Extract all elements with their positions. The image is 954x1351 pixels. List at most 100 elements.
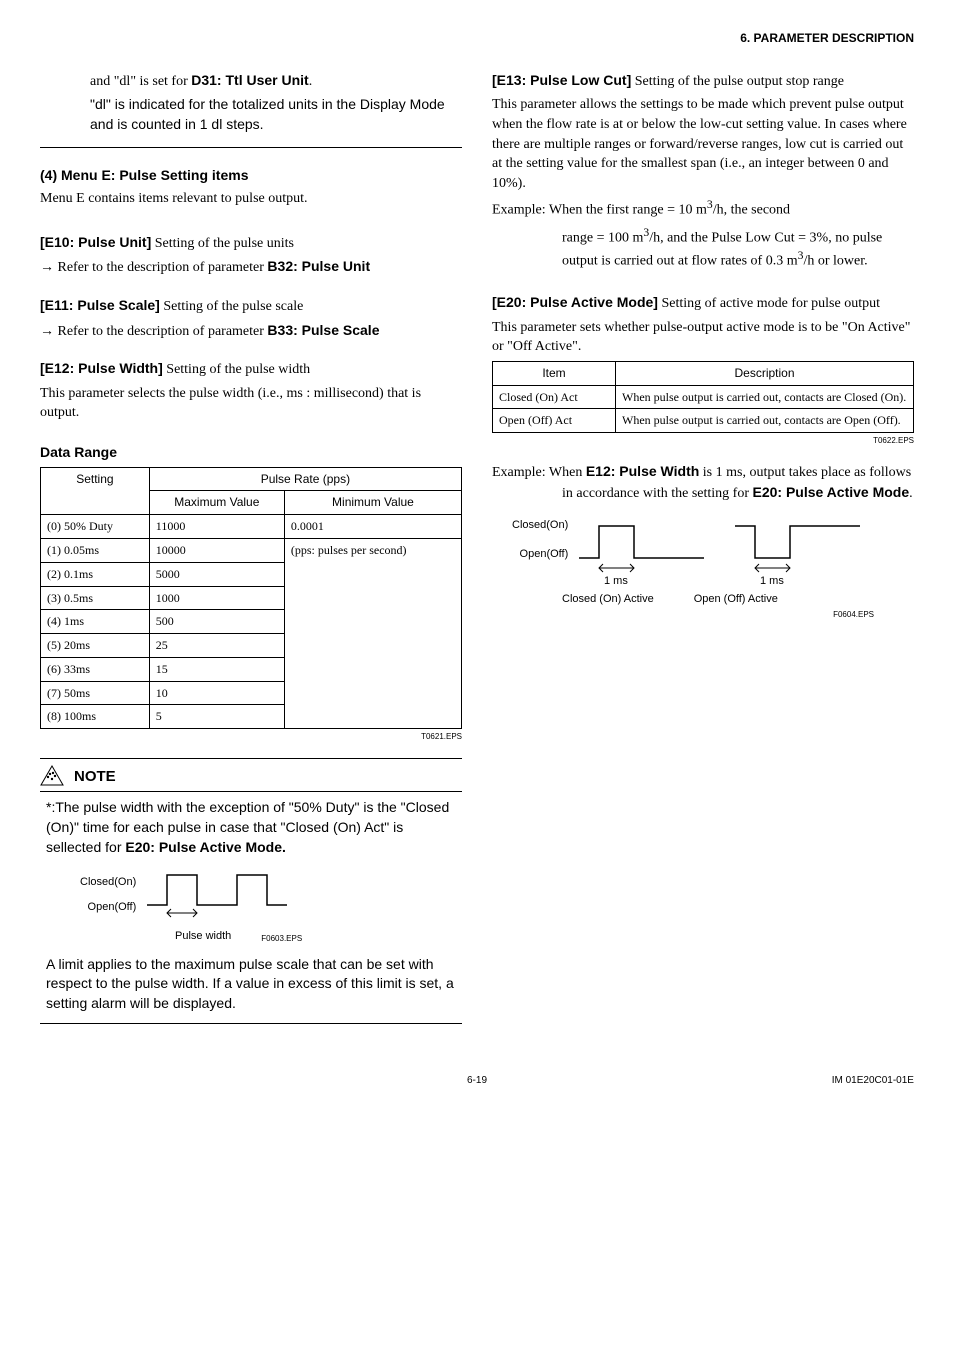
cell: (6) 33ms — [41, 657, 150, 681]
e20-example: Example: When E12: Pulse Width is 1 ms, … — [492, 462, 914, 503]
e13-rest: Setting of the pulse output stop range — [631, 74, 844, 89]
cell: (8) 100ms — [41, 705, 150, 729]
closed-active-waveform-icon: 1 ms — [574, 518, 724, 588]
intro1a: and "dl" is set for — [90, 74, 191, 89]
fig-pw-label: Pulse width — [175, 929, 231, 944]
th-rate: Pulse Rate (pps) — [149, 467, 461, 491]
table-row: (0) 50% Duty 11000 0.0001 — [41, 515, 462, 539]
ex20a: Example: When — [492, 465, 586, 480]
cell: 10 — [149, 681, 284, 705]
e20-head: [E20: Pulse Active Mode] — [492, 294, 658, 310]
cell: (1) 0.05ms — [41, 538, 150, 562]
e12-para: This parameter selects the pulse width (… — [40, 384, 462, 423]
fig-open-label: Open(Off) — [80, 900, 136, 915]
menu-e-desc: Menu E contains items relevant to pulse … — [40, 189, 462, 209]
e20-rest: Setting of active mode for pulse output — [658, 296, 880, 311]
e10-ref: → Refer to the description of parameter … — [40, 257, 462, 278]
menu-e-heading: (4) Menu E: Pulse Setting items — [40, 166, 462, 186]
cell: (5) 20ms — [41, 634, 150, 658]
th-max: Maximum Value — [149, 491, 284, 515]
fig2-closed-active: Closed (On) Active — [562, 592, 654, 607]
e12-rest: Setting of the pulse width — [163, 362, 310, 377]
fig-closed-label: Closed(On) — [80, 875, 136, 890]
th-setting: Setting — [41, 467, 150, 515]
e11-ref2: B33: Pulse Scale — [267, 322, 379, 338]
ex1a: Example: When the first range = 10 m — [492, 203, 707, 218]
cell: 500 — [149, 610, 284, 634]
e10-head: [E10: Pulse Unit] — [40, 234, 151, 250]
e12-line: [E12: Pulse Width] Setting of the pulse … — [40, 359, 462, 380]
data-range-heading: Data Range — [40, 443, 462, 463]
cell: 15 — [149, 657, 284, 681]
e10-rest: Setting of the pulse units — [151, 236, 294, 251]
pulse-waveform-icon — [142, 865, 312, 925]
th-item: Item — [493, 361, 616, 385]
left-column: and "dl" is set for D31: Ttl User Unit. … — [40, 67, 462, 1035]
cell: 1000 — [149, 586, 284, 610]
cell: (2) 0.1ms — [41, 562, 150, 586]
ex2a: range = 100 m — [562, 230, 643, 245]
cell: (7) 50ms — [41, 681, 150, 705]
table-row: Open (Off) Act When pulse output is carr… — [493, 409, 914, 433]
note-body-1: *:The pulse width with the exception of … — [46, 798, 462, 857]
cell: 10000 — [149, 538, 284, 562]
fig2-ms-2: 1 ms — [760, 575, 784, 587]
table1-eps: T0621.EPS — [40, 731, 462, 742]
e11-ref: → Refer to the description of parameter … — [40, 321, 462, 342]
cell: 25 — [149, 634, 284, 658]
e11-ref1: Refer to the description of parameter — [54, 324, 267, 339]
cell: (pps: pulses per second) — [284, 538, 461, 728]
e12-head: [E12: Pulse Width] — [40, 360, 163, 376]
table2-eps: T0622.EPS — [492, 435, 914, 446]
cell: 0.0001 — [284, 515, 461, 539]
intro-line-2: "dl" is indicated for the totalized unit… — [90, 95, 462, 134]
chapter-header: 6. PARAMETER DESCRIPTION — [40, 30, 914, 47]
e11-head: [E11: Pulse Scale] — [40, 297, 160, 313]
cell: (0) 50% Duty — [41, 515, 150, 539]
active-mode-table: Item Description Closed (On) Act When pu… — [492, 361, 914, 433]
fig2-ms-1: 1 ms — [604, 575, 628, 587]
ex1b: /h, the second — [713, 203, 790, 218]
ex20b: E12: Pulse Width — [586, 463, 699, 479]
cell: Open (Off) Act — [493, 409, 616, 433]
cell: 11000 — [149, 515, 284, 539]
e10-ref2: B32: Pulse Unit — [267, 258, 370, 274]
note-body-2: A limit applies to the maximum pulse sca… — [46, 955, 456, 1014]
page-number: 6-19 — [331, 1074, 622, 1088]
cell: (3) 0.5ms — [41, 586, 150, 610]
right-column: [E13: Pulse Low Cut] Setting of the puls… — [492, 67, 914, 1035]
note-label: NOTE — [74, 766, 116, 787]
cell: When pulse output is carried out, contac… — [616, 385, 914, 409]
th-min: Minimum Value — [284, 491, 461, 515]
e13-para: This parameter allows the settings to be… — [492, 95, 914, 193]
open-active-waveform-icon: 1 ms — [730, 518, 880, 588]
im-code: IM 01E20C01-01E — [623, 1074, 914, 1088]
intro1c: . — [309, 74, 313, 89]
table-row: Closed (On) Act When pulse output is car… — [493, 385, 914, 409]
cell: 5000 — [149, 562, 284, 586]
fig2-open-active: Open (Off) Active — [694, 592, 778, 607]
th-desc: Description — [616, 361, 914, 385]
page-footer: 6-19 IM 01E20C01-01E — [40, 1074, 914, 1088]
e13-example-line2: range = 100 m3/h, and the Pulse Low Cut … — [492, 225, 914, 272]
cell: 5 — [149, 705, 284, 729]
fig2-eps: F0604.EPS — [492, 609, 874, 620]
fig-eps: F0603.EPS — [261, 933, 302, 944]
pulse-rate-table: Setting Pulse Rate (pps) Maximum Value M… — [40, 467, 462, 730]
note-body1-bold: E20: Pulse Active Mode. — [125, 839, 286, 855]
e20-para: This parameter sets whether pulse-output… — [492, 318, 914, 357]
intro1b: D31: Ttl User Unit — [191, 72, 308, 88]
ex2c: /h or lower. — [803, 254, 867, 269]
note-triangle-icon — [40, 765, 64, 787]
e13-head: [E13: Pulse Low Cut] — [492, 72, 631, 88]
cell: Closed (On) Act — [493, 385, 616, 409]
e11-line: [E11: Pulse Scale] Setting of the pulse … — [40, 296, 462, 317]
e13-line: [E13: Pulse Low Cut] Setting of the puls… — [492, 71, 914, 92]
cell: (4) 1ms — [41, 610, 150, 634]
e20-line: [E20: Pulse Active Mode] Setting of acti… — [492, 293, 914, 314]
fig2-closed: Closed(On) — [512, 518, 568, 533]
fig2-open: Open(Off) — [512, 547, 568, 562]
intro-line-1: and "dl" is set for D31: Ttl User Unit. — [90, 71, 462, 92]
e11-rest: Setting of the pulse scale — [160, 299, 303, 314]
table-row: (1) 0.05ms 10000 (pps: pulses per second… — [41, 538, 462, 562]
